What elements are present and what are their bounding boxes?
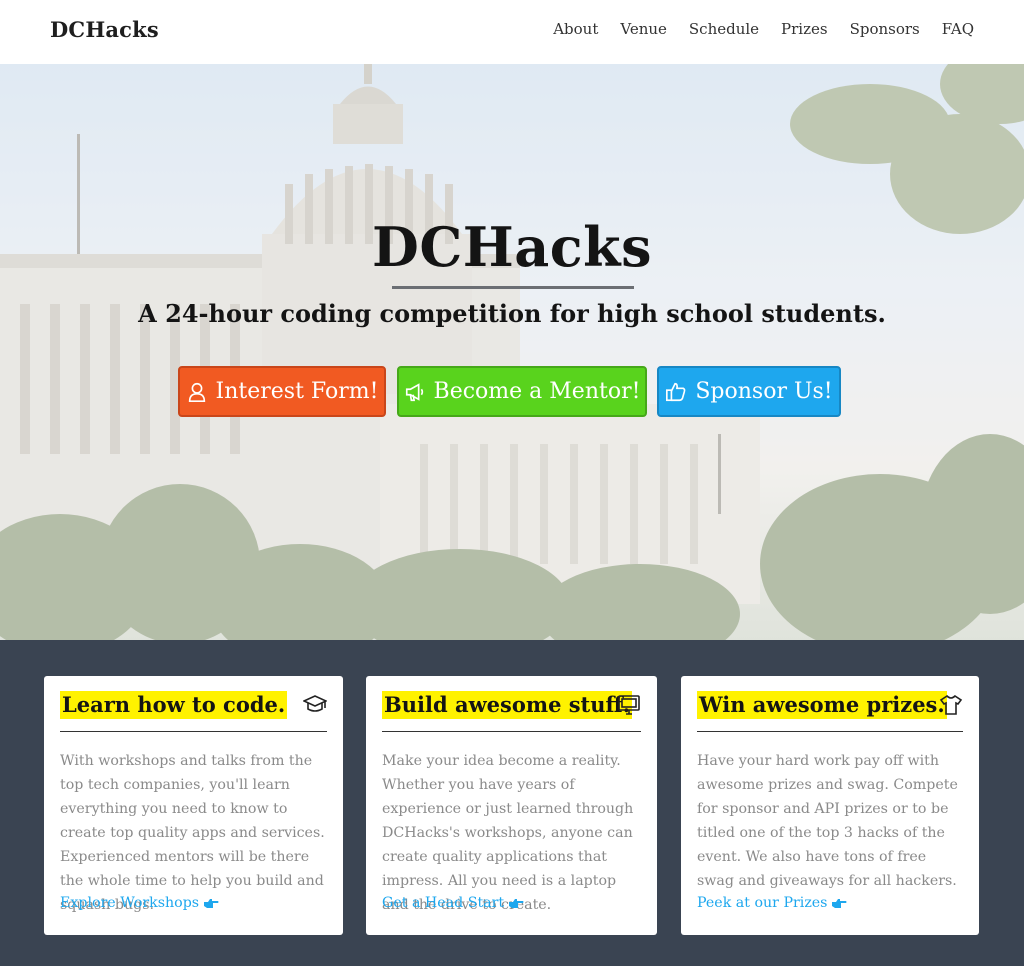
hero-subtitle: A 24-hour coding competition for high sc…	[138, 299, 886, 328]
hero-overlay	[0, 64, 1024, 640]
feature-card-win: Win awesome prizes. Have your hard work …	[681, 676, 979, 935]
become-mentor-button[interactable]: Become a Mentor!	[397, 366, 647, 417]
graduation-cap-icon	[303, 695, 327, 712]
card-link-label: Explore Workshops	[60, 895, 200, 911]
pointing-hand-icon	[509, 899, 524, 908]
become-mentor-label: Become a Mentor!	[433, 379, 641, 404]
nav-link-venue[interactable]: Venue	[620, 20, 667, 38]
thumbs-up-icon	[666, 382, 686, 401]
get-head-start-link[interactable]: Get a Head Start	[382, 895, 524, 911]
card-link-label: Get a Head Start	[382, 895, 505, 911]
nav-link-about[interactable]: About	[553, 20, 598, 38]
feature-card-learn: Learn how to code. With workshops and ta…	[44, 676, 343, 935]
nav-link-faq[interactable]: FAQ	[942, 20, 974, 38]
hero-section: DCHacks A 24-hour coding competition for…	[0, 64, 1024, 640]
interest-form-button[interactable]: Interest Form!	[178, 366, 386, 417]
explore-workshops-link[interactable]: Explore Workshops	[60, 895, 219, 911]
card-description: Have your hard work pay off with awesome…	[697, 753, 958, 889]
brand-logo[interactable]: DCHacks	[50, 17, 159, 42]
nav-link-schedule[interactable]: Schedule	[689, 20, 759, 38]
card-title: Win awesome prizes.	[697, 691, 947, 719]
feature-card-build: Build awesome stuff. Make your idea beco…	[366, 676, 657, 935]
card-title: Learn how to code.	[60, 691, 288, 719]
t-shirt-icon	[939, 694, 963, 715]
sponsor-us-label: Sponsor Us!	[695, 379, 833, 404]
pointing-hand-icon	[204, 899, 219, 908]
pointing-hand-icon	[832, 899, 847, 908]
hero-divider	[392, 286, 634, 289]
nav-links: About Venue Schedule Prizes Sponsors FAQ	[553, 20, 974, 38]
card-description: With workshops and talks from the top te…	[60, 753, 325, 913]
card-header: Win awesome prizes.	[697, 690, 963, 732]
card-header: Build awesome stuff.	[382, 690, 641, 732]
megaphone-icon	[405, 382, 423, 401]
user-icon	[188, 382, 205, 402]
hero-title: DCHacks	[371, 215, 652, 279]
card-description: Make your idea become a reality. Whether…	[382, 753, 634, 913]
sponsor-us-button[interactable]: Sponsor Us!	[657, 366, 841, 417]
card-title: Build awesome stuff.	[382, 691, 633, 719]
card-header: Learn how to code.	[60, 690, 327, 732]
interest-form-label: Interest Form!	[215, 379, 379, 404]
top-navbar: DCHacks About Venue Schedule Prizes Spon…	[0, 0, 1024, 64]
nav-link-prizes[interactable]: Prizes	[781, 20, 828, 38]
card-link-label: Peek at our Prizes	[697, 895, 828, 911]
peek-prizes-link[interactable]: Peek at our Prizes	[697, 895, 847, 911]
monitor-icon	[618, 695, 640, 715]
nav-link-sponsors[interactable]: Sponsors	[850, 20, 920, 38]
